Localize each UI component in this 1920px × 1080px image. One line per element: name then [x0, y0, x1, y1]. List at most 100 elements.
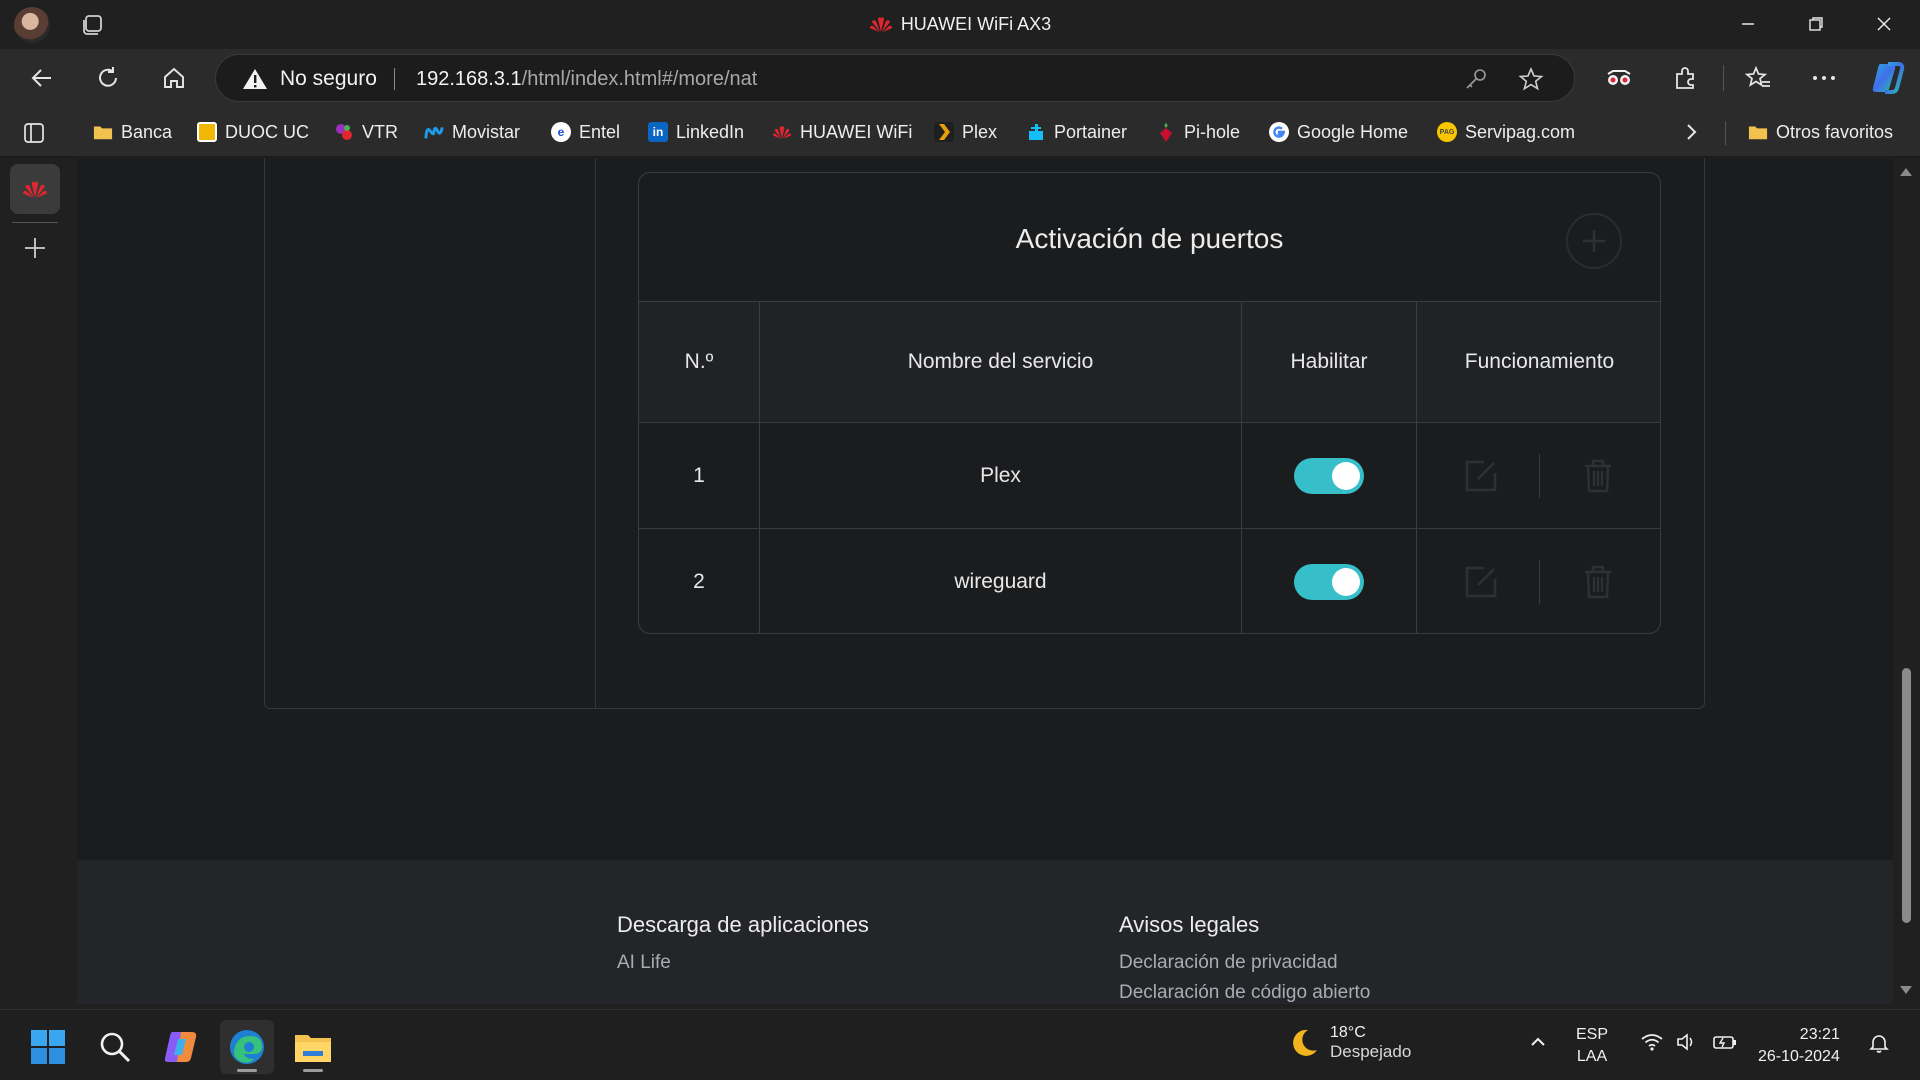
address-divider — [394, 68, 395, 90]
active-indicator — [237, 1069, 257, 1072]
add-rule-button[interactable] — [1566, 213, 1622, 269]
bookmark-label: HUAWEI WiFi — [800, 121, 913, 142]
movistar-icon — [424, 122, 444, 142]
layout-code: LAA — [1576, 1048, 1608, 1065]
bookmark-label: Movistar — [452, 121, 521, 142]
new-tab-plus-icon[interactable] — [21, 234, 49, 262]
restore-button[interactable] — [1782, 0, 1850, 48]
actions-cell — [1417, 423, 1660, 528]
footer-heading: Avisos legales — [1119, 912, 1260, 937]
open-source-link[interactable]: Declaración de código abierto — [1119, 982, 1370, 1004]
table-row: 1 Plex — [639, 422, 1660, 528]
edge-taskbar-button[interactable] — [220, 1020, 274, 1074]
bookmark-servipag[interactable]: PAG Servipag.com — [1437, 119, 1575, 145]
bookmark-otros-favoritos[interactable]: Otros favoritos — [1748, 119, 1893, 145]
bookmark-entel[interactable]: e Entel — [551, 119, 620, 145]
extensions-puzzle-icon[interactable] — [1669, 62, 1701, 94]
bookmark-label: Entel — [579, 121, 621, 142]
column-header: Nombre del servicio — [760, 302, 1242, 422]
trash-icon[interactable] — [1578, 562, 1618, 602]
close-button[interactable] — [1850, 0, 1918, 48]
toggle-knob — [1332, 461, 1360, 490]
privacy-link[interactable]: Declaración de privacidad — [1119, 952, 1370, 974]
bookmark-duoc-uc[interactable]: DUOC UC — [197, 119, 309, 145]
table-header: N.º Nombre del servicio Habilitar Funcio… — [639, 301, 1660, 422]
enable-cell — [1242, 423, 1417, 528]
web-content: Activación de puertos N.º Nombre del ser… — [77, 158, 1893, 1004]
taskbar: 18°C Despejado ESP LAA 23:21 26-10-2024 — [0, 1009, 1920, 1080]
vertical-tabs — [0, 158, 70, 1009]
search-button[interactable] — [88, 1020, 142, 1074]
trash-icon[interactable] — [1578, 456, 1618, 496]
home-button[interactable] — [158, 62, 190, 94]
address-bar[interactable]: No seguro 192.168.3.1/html/index.html#/m… — [215, 54, 1575, 102]
more-menu-icon[interactable] — [1808, 62, 1840, 94]
copilot-app-icon — [164, 1032, 197, 1062]
warning-icon[interactable] — [242, 67, 268, 91]
start-button[interactable] — [21, 1020, 75, 1074]
bookmark-label: LinkedIn — [676, 121, 745, 142]
plus-icon — [1583, 230, 1605, 252]
bookmark-pi-hole[interactable]: Pi-hole — [1156, 119, 1240, 145]
actions-cell — [1417, 529, 1660, 633]
chevron-up-icon[interactable] — [1528, 1032, 1548, 1057]
security-label[interactable]: No seguro — [280, 67, 377, 91]
bookmark-portainer[interactable]: Portainer — [1026, 119, 1127, 145]
clock-time: 23:21 — [1799, 1026, 1840, 1043]
edge-icon — [230, 1030, 264, 1064]
page-scrollbar[interactable] — [1893, 158, 1920, 1004]
enable-toggle[interactable] — [1294, 457, 1364, 494]
sidebar-toggle-icon[interactable] — [22, 121, 46, 145]
notification-bell-icon[interactable] — [1868, 1032, 1890, 1059]
wifi-icon[interactable] — [1640, 1032, 1664, 1057]
bookmark-label: Portainer — [1054, 121, 1128, 142]
ai-life-link[interactable]: AI Life — [617, 952, 869, 974]
bookmark-movistar[interactable]: Movistar — [424, 119, 520, 145]
scroll-up-arrow[interactable] — [1900, 168, 1912, 176]
url-text[interactable]: 192.168.3.1/html/index.html#/more/nat — [416, 68, 757, 91]
bookmark-banca[interactable]: Banca — [93, 119, 172, 145]
bookmark-plex[interactable]: Plex — [934, 119, 997, 145]
bookmark-vtr[interactable]: VTR — [334, 119, 398, 145]
bookmark-huawei-wifi[interactable]: HUAWEI WiFi — [772, 119, 912, 145]
copilot-taskbar-button[interactable] — [154, 1020, 208, 1074]
edit-icon[interactable] — [1461, 562, 1501, 602]
scroll-thumb[interactable] — [1902, 668, 1911, 923]
language-indicator[interactable]: ESP LAA — [1576, 1024, 1608, 1068]
key-icon[interactable] — [1464, 67, 1488, 91]
footer-apps: Descarga de aplicaciones AI Life — [617, 912, 869, 982]
chevron-right-icon[interactable] — [1680, 121, 1702, 143]
footer-heading: Descarga de aplicaciones — [617, 912, 869, 937]
service-name: wireguard — [760, 529, 1242, 633]
bookmarks-bar: Banca DUOC UC VTR Movistar e Entel in Li… — [0, 107, 1920, 157]
bookmark-label: Servipag.com — [1465, 121, 1576, 142]
edit-icon[interactable] — [1461, 456, 1501, 496]
minimize-button[interactable] — [1714, 0, 1782, 48]
bookmark-google-home[interactable]: Google Home — [1269, 119, 1408, 145]
tab-huawei-wifi[interactable] — [10, 164, 60, 214]
bookmark-label: Plex — [962, 121, 998, 142]
favorites-icon[interactable] — [1742, 62, 1774, 94]
bookmark-linkedin[interactable]: in LinkedIn — [648, 119, 744, 145]
battery-icon[interactable] — [1712, 1032, 1738, 1057]
card-sidebar-divider — [595, 158, 596, 709]
lang-code: ESP — [1576, 1026, 1609, 1043]
refresh-button[interactable] — [92, 62, 124, 94]
enable-toggle[interactable] — [1294, 563, 1364, 600]
servipag-icon: PAG — [1437, 122, 1457, 142]
copilot-icon[interactable] — [1868, 58, 1908, 98]
tabs-divider — [12, 222, 58, 223]
extension-glasses-icon[interactable] — [1603, 62, 1635, 94]
weather-widget[interactable]: 18°C Despejado — [1286, 1024, 1411, 1062]
window-title: HUAWEI WiFi AX3 — [0, 14, 1920, 35]
favorite-star-icon[interactable] — [1518, 66, 1544, 92]
volume-icon[interactable] — [1676, 1032, 1698, 1057]
folder-icon — [93, 122, 113, 142]
file-explorer-button[interactable] — [286, 1020, 340, 1074]
bookmark-label: VTR — [362, 121, 398, 142]
row-number: 1 — [639, 423, 760, 528]
duoc-icon — [197, 122, 217, 142]
scroll-down-arrow[interactable] — [1900, 986, 1912, 994]
clock[interactable]: 23:21 26-10-2024 — [1758, 1024, 1840, 1068]
back-button[interactable] — [26, 62, 58, 94]
